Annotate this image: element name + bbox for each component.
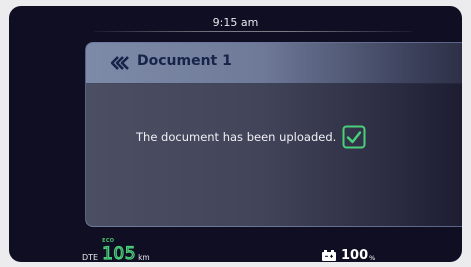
clock: 9:15 am: [212, 16, 259, 29]
dialog-header: Document 1: [86, 43, 462, 84]
dte-value-group: ECO 105: [102, 238, 137, 262]
upload-message: The document has been uploaded.: [136, 130, 337, 144]
battery-status: 100 %: [322, 249, 375, 262]
eco-label: ECO: [102, 238, 115, 244]
dte-label: DTE: [82, 253, 99, 262]
distance-to-empty: DTE ECO 105 km: [82, 238, 150, 262]
dte-value: 105: [102, 244, 137, 262]
message-row: The document has been uploaded.: [136, 125, 366, 149]
battery-unit: %: [369, 254, 376, 262]
display-screen: 9:15 am Document 1 The document has been…: [9, 6, 462, 262]
double-chevron-left-icon[interactable]: [111, 56, 129, 70]
battery-value: 100: [341, 248, 369, 262]
dte-unit: km: [138, 253, 150, 262]
battery-icon: [322, 250, 336, 261]
checkbox-checked-icon: [342, 125, 366, 149]
clock-divider: [94, 31, 412, 32]
upload-dialog: Document 1 The document has been uploade…: [85, 42, 462, 227]
dialog-title: Document 1: [137, 53, 232, 69]
